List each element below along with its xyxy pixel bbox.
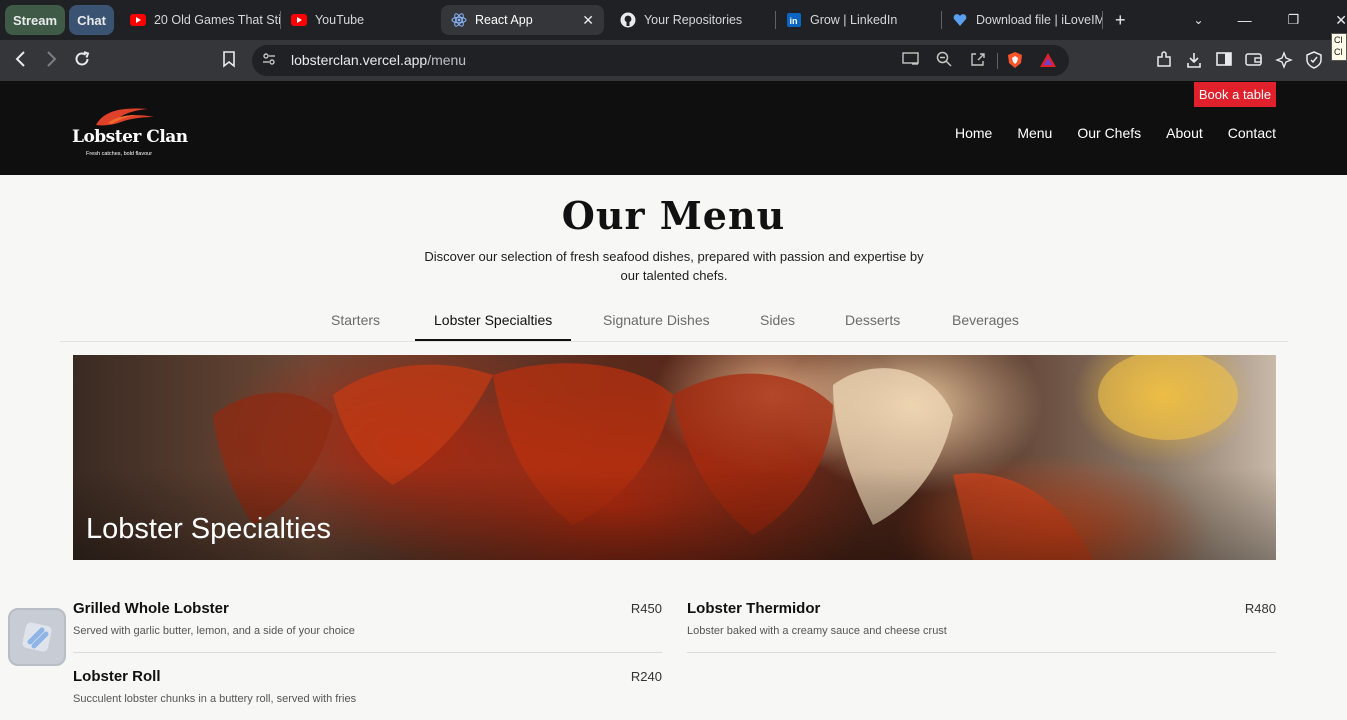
- tab-sides[interactable]: Sides: [760, 312, 795, 328]
- sidebar-icon[interactable]: [1216, 51, 1232, 71]
- youtube-icon: [129, 12, 146, 28]
- back-icon[interactable]: [14, 50, 28, 72]
- browser-tab[interactable]: 20 Old Games That Sti: [120, 5, 280, 35]
- tab-lobster-specialties[interactable]: Lobster Specialties: [434, 312, 552, 328]
- menu-item[interactable]: Lobster Roll R240 Succulent lobster chun…: [73, 668, 662, 720]
- tab-title: Download file | iLoveIM: [975, 13, 1102, 27]
- menu-item-price: R240: [630, 669, 662, 684]
- menu-item-name: Lobster Thermidor: [687, 600, 821, 617]
- menu-item-name: Grilled Whole Lobster: [73, 600, 229, 617]
- tab-starters[interactable]: Starters: [331, 312, 380, 328]
- restore-icon[interactable]: ❐: [1288, 12, 1300, 28]
- react-icon: [451, 12, 467, 28]
- downloads-icon[interactable]: [1186, 51, 1202, 73]
- browser-tab-strip: Stream Chat 20 Old Games That Sti YouTub…: [0, 0, 1347, 40]
- vpn-shield-icon[interactable]: [1306, 51, 1322, 73]
- book-table-button[interactable]: Book a table: [1194, 82, 1276, 107]
- tab-search-chevron-icon[interactable]: ⌄: [1194, 13, 1204, 27]
- menu-intro: Discover our selection of fresh seafood …: [424, 249, 924, 283]
- tab-group-stream[interactable]: Stream: [5, 5, 66, 35]
- tab-title: YouTube: [314, 13, 365, 27]
- tab-beverages[interactable]: Beverages: [952, 312, 1019, 328]
- leo-ai-icon[interactable]: [1275, 51, 1293, 73]
- logo-title: Lobster Clan: [72, 127, 188, 147]
- tab-group-label: Stream: [13, 12, 58, 28]
- tab-separator: [1101, 11, 1103, 29]
- menu-item-description: Served with garlic butter, lemon, and a …: [73, 625, 355, 637]
- browser-tab[interactable]: Download file | iLoveIM: [942, 5, 1102, 35]
- tab-title: 20 Old Games That Sti: [153, 13, 280, 27]
- menu-item-price: R480: [1244, 601, 1276, 616]
- tab-desserts[interactable]: Desserts: [845, 312, 900, 328]
- menu-item[interactable]: Grilled Whole Lobster R450 Served with g…: [73, 600, 662, 660]
- share-icon[interactable]: [970, 51, 986, 70]
- zoom-icon[interactable]: [936, 51, 952, 70]
- linkedin-icon: in: [786, 12, 802, 28]
- menu-item-description: Succulent lobster chunks in a buttery ro…: [73, 693, 357, 705]
- close-tab-icon[interactable]: ✕: [582, 12, 594, 29]
- youtube-icon: [290, 12, 307, 28]
- app-logo-icon: [22, 622, 52, 652]
- heart-icon: [952, 12, 968, 28]
- browser-tab[interactable]: Your Repositories: [610, 5, 775, 35]
- nav-link-about[interactable]: About: [1166, 125, 1203, 141]
- tab-title: React App: [474, 13, 533, 27]
- svg-text:in: in: [789, 16, 797, 26]
- tab-group-label: Chat: [77, 12, 106, 28]
- menu-item-description: Lobster baked with a creamy sauce and ch…: [687, 625, 947, 637]
- wallet-icon[interactable]: [1245, 51, 1263, 71]
- url-text[interactable]: lobsterclan.vercel.app/menu: [291, 52, 466, 68]
- main-nav: Home Menu Our Chefs About Contact: [955, 125, 1276, 141]
- extensions-icon[interactable]: [1155, 51, 1173, 73]
- tab-title: Your Repositories: [643, 13, 743, 27]
- hero-title: Lobster Specialties: [86, 513, 332, 545]
- logo[interactable]: Lobster Clan Fresh catches, bold flavour: [72, 105, 188, 161]
- menu-category-tabs: Starters Lobster Specialties Signature D…: [60, 305, 1288, 342]
- nav-link-menu[interactable]: Menu: [1017, 125, 1052, 141]
- address-bar[interactable]: lobsterclan.vercel.app/menu: [252, 45, 1069, 76]
- logo-tagline: Fresh catches, bold flavour: [86, 151, 153, 157]
- browser-toolbar: lobsterclan.vercel.app/menu: [0, 40, 1347, 81]
- floating-app-widget[interactable]: [8, 608, 66, 666]
- browser-tab[interactable]: YouTube: [281, 5, 441, 35]
- minimize-icon[interactable]: —: [1238, 12, 1252, 28]
- site-settings-icon[interactable]: [262, 51, 276, 70]
- nav-link-our-chefs[interactable]: Our Chefs: [1077, 125, 1141, 141]
- forward-icon[interactable]: [44, 50, 58, 72]
- tab-group-chat[interactable]: Chat: [69, 5, 114, 35]
- close-window-icon[interactable]: ✕: [1335, 12, 1347, 29]
- tab-signature-dishes[interactable]: Signature Dishes: [603, 312, 710, 328]
- nav-link-contact[interactable]: Contact: [1228, 125, 1276, 141]
- github-icon: [620, 12, 636, 28]
- browser-tab-active[interactable]: React App ✕: [440, 5, 604, 35]
- page-title: Our Menu: [561, 193, 786, 238]
- browser-tab[interactable]: in Grow | LinkedIn: [776, 5, 941, 35]
- category-hero-image: Lobster Specialties: [73, 355, 1276, 560]
- new-tab-icon[interactable]: +: [1115, 10, 1126, 31]
- brave-rewards-icon[interactable]: [1039, 51, 1057, 72]
- menu-item[interactable]: Lobster Thermidor R480 Lobster baked wit…: [687, 600, 1276, 660]
- brave-shields-icon[interactable]: [1006, 51, 1024, 72]
- reload-icon[interactable]: [73, 50, 91, 72]
- url-host: lobsterclan.vercel.app: [291, 52, 428, 68]
- window-controls: ⌄ — ❐ ✕: [1194, 0, 1347, 40]
- divider: [73, 652, 662, 653]
- bookmark-icon[interactable]: [222, 50, 236, 72]
- tab-title: Grow | LinkedIn: [809, 13, 898, 27]
- menu-item-price: R450: [630, 601, 662, 616]
- omnibox-separator: [997, 53, 998, 69]
- divider: [687, 652, 1276, 653]
- active-tab-indicator: [415, 339, 571, 341]
- menu-item-name: Lobster Roll: [73, 668, 161, 685]
- cast-icon[interactable]: [902, 51, 920, 70]
- url-path: /menu: [427, 52, 467, 68]
- nav-link-home[interactable]: Home: [955, 125, 992, 141]
- tooltip: Cl Cl: [1331, 33, 1347, 61]
- flame-icon: [96, 108, 154, 126]
- site-header: Lobster Clan Fresh catches, bold flavour…: [0, 81, 1347, 175]
